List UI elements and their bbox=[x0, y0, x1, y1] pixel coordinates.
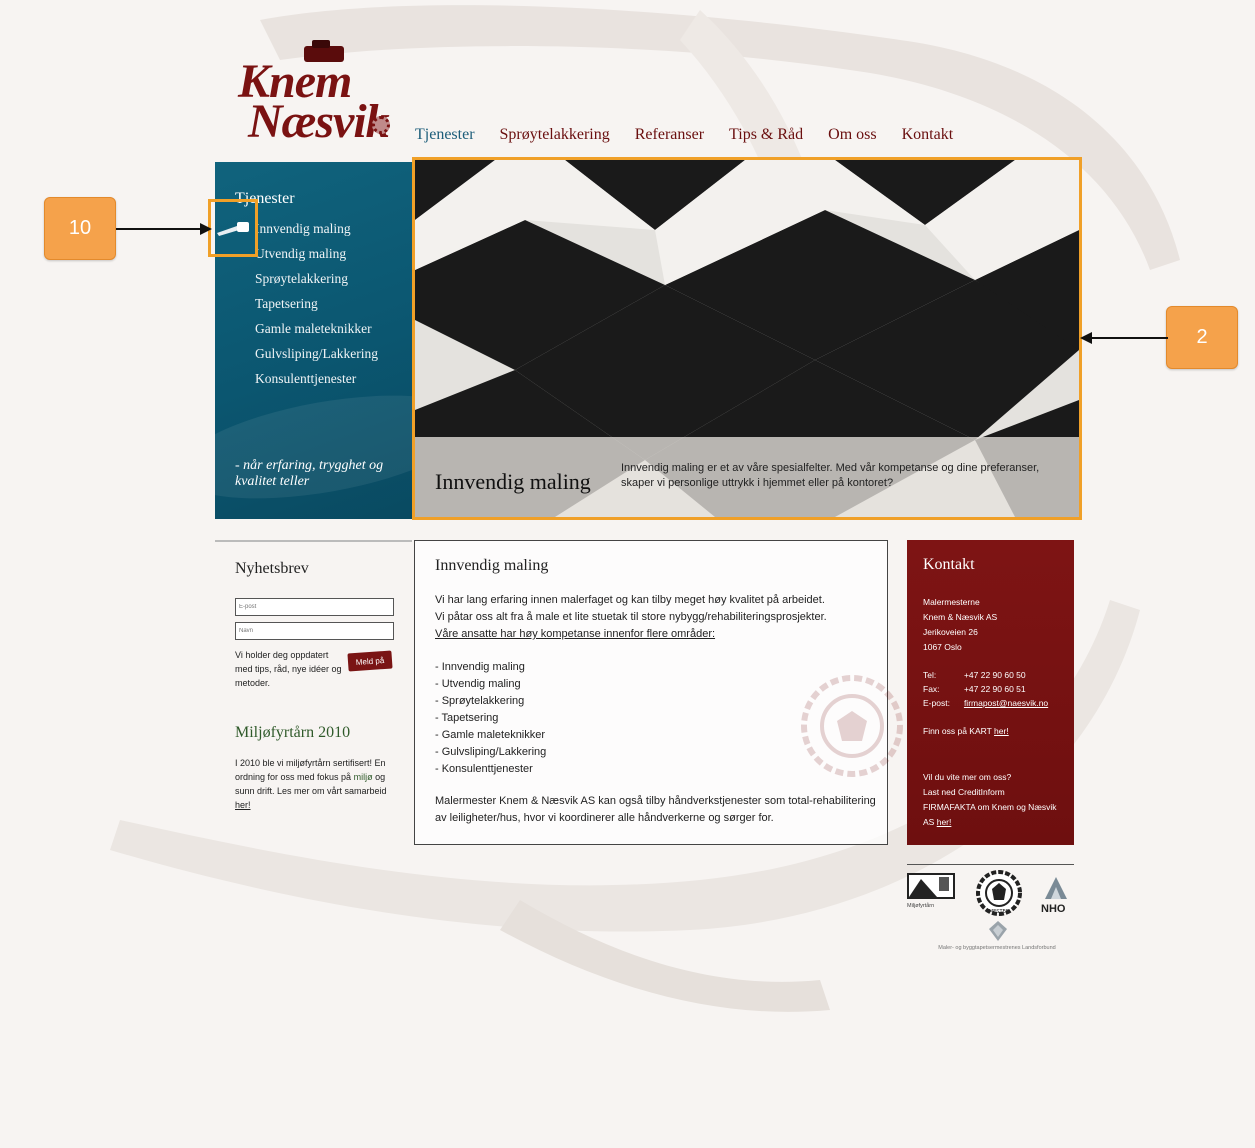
main-content: Innvendig maling Vi har lang erfaring in… bbox=[414, 540, 903, 845]
arrow-right-icon bbox=[116, 223, 212, 235]
hero-banner: Innvendig maling Innvendig maling er et … bbox=[412, 157, 1082, 520]
miljofyrtarn-label: Miljøfyrtårn bbox=[907, 903, 935, 909]
contact-title: Kontakt bbox=[923, 556, 975, 573]
fax-value: +47 22 90 60 51 bbox=[963, 684, 1026, 694]
miljo-link[interactable]: miljø bbox=[354, 772, 373, 782]
content-outro: Malermester Knem & Næsvik AS kan også ti… bbox=[435, 795, 876, 824]
callout-marker-left: 10 bbox=[44, 197, 116, 260]
postal-city: 1067 Oslo bbox=[923, 642, 962, 652]
partner-logos: Miljøfyrtårn MESTER NHO Maler- og byggta… bbox=[907, 864, 1074, 974]
contact-address: Malermesterne Knem & Næsvik AS Jerikovei… bbox=[923, 595, 997, 655]
company-logo[interactable]: Knem Næsvik bbox=[232, 40, 397, 152]
sidebar-swoosh bbox=[215, 376, 412, 518]
environment-here-link[interactable]: her! bbox=[235, 800, 251, 810]
street-address: Jerikoveien 26 bbox=[923, 627, 978, 637]
nav-kontakt[interactable]: Kontakt bbox=[902, 126, 954, 144]
sidebar-service-list: Innvendig maling Utvendig maling Sprøyte… bbox=[255, 216, 378, 391]
sidebar-item-utvendig-maling[interactable]: Utvendig maling bbox=[255, 241, 378, 266]
list-item: - Tapetsering bbox=[435, 712, 499, 724]
nho-label: NHO bbox=[1041, 903, 1066, 915]
content-title: Innvendig maling bbox=[435, 557, 549, 574]
environment-title: Miljøfyrtårn 2010 bbox=[235, 724, 351, 741]
company-name-2: Knem & Næsvik AS bbox=[923, 612, 998, 622]
email-link[interactable]: firmapost@naesvik.no bbox=[956, 696, 1054, 710]
newsletter-section: Nyhetsbrev Vi holder deg oppdatert med t… bbox=[215, 540, 412, 845]
map-label: Finn oss på KART bbox=[923, 726, 992, 736]
nav-om-oss[interactable]: Om oss bbox=[828, 126, 876, 144]
list-item: - Gulvsliping/Lakkering bbox=[435, 746, 547, 758]
sidebar-item-gulvsliping[interactable]: Gulvsliping/Lakkering bbox=[255, 341, 378, 366]
more-info-line-1: Vil du vite mer om oss? bbox=[923, 772, 1012, 782]
list-item: - Sprøytelakkering bbox=[435, 695, 525, 707]
hero-text: Innvendig maling er et av våre spesialfe… bbox=[621, 462, 1040, 489]
seal-icon bbox=[372, 116, 390, 134]
miljofyrtarn-logo-icon[interactable] bbox=[907, 873, 955, 907]
sidebar-item-konsulenttjenester[interactable]: Konsulenttjenester bbox=[255, 366, 378, 391]
newsletter-title: Nyhetsbrev bbox=[235, 560, 309, 577]
sidebar-item-sproytelakkering[interactable]: Sprøytelakkering bbox=[255, 266, 378, 291]
name-field[interactable] bbox=[235, 622, 394, 640]
landsforbund-logo-icon[interactable] bbox=[985, 919, 1011, 943]
list-item: - Utvendig maling bbox=[435, 678, 521, 690]
intro-line-1: Vi har lang erfaring innen malerfaget og… bbox=[435, 594, 825, 606]
intro-line-3: Våre ansatte har høy kompetanse innenfor… bbox=[435, 628, 716, 640]
top-navigation: Tjenester Sprøytelakkering Referanser Ti… bbox=[415, 126, 978, 144]
list-item: - Gamle maleteknikker bbox=[435, 729, 546, 741]
services-list: - Innvendig maling - Utvendig maling - S… bbox=[435, 659, 546, 778]
signup-button[interactable]: Meld på bbox=[347, 650, 393, 672]
email-field[interactable] bbox=[235, 598, 394, 616]
nho-logo-icon[interactable] bbox=[1041, 875, 1071, 901]
environment-text: I 2010 ble vi miljøfyrtårn sertifisert! … bbox=[235, 756, 400, 812]
nav-sproytelakkering[interactable]: Sprøytelakkering bbox=[500, 126, 610, 144]
tel-value: +47 22 90 60 50 bbox=[963, 670, 1026, 680]
landsforbund-label: Maler- og byggtapetsermestrenes Landsfor… bbox=[938, 945, 1056, 951]
newsletter-pitch: Vi holder deg oppdatert med tips, råd, n… bbox=[235, 650, 342, 688]
nav-tips-rad[interactable]: Tips & Råd bbox=[729, 126, 803, 144]
callout-highlight-box bbox=[208, 199, 258, 257]
contact-section: Kontakt Malermesterne Knem & Næsvik AS J… bbox=[907, 540, 1074, 845]
mester-logo-text: MESTER bbox=[989, 909, 1010, 915]
map-link[interactable]: her! bbox=[994, 726, 1009, 736]
sidebar-item-gamle-maleteknikker[interactable]: Gamle maleteknikker bbox=[255, 316, 378, 341]
contact-details: Tel: +47 22 90 60 50 Fax: +47 22 90 60 5… bbox=[923, 668, 1054, 710]
firmafakta-link[interactable]: her! bbox=[937, 817, 952, 827]
nav-referanser[interactable]: Referanser bbox=[635, 126, 704, 144]
intro-line-2: Vi påtar oss alt fra å male et lite stue… bbox=[435, 611, 827, 623]
arrow-left-icon bbox=[1080, 332, 1168, 344]
mester-stamp-icon bbox=[801, 675, 903, 777]
sidebar-item-innvendig-maling[interactable]: Innvendig maling bbox=[255, 216, 378, 241]
callout-marker-right: 2 bbox=[1166, 306, 1238, 369]
list-item: - Konsulenttjenester bbox=[435, 763, 533, 775]
mester-logo-icon[interactable]: MESTER bbox=[975, 869, 1023, 917]
list-item: - Innvendig maling bbox=[435, 661, 525, 673]
more-info: Vil du vite mer om oss? Last ned CreditI… bbox=[923, 770, 1058, 830]
sidebar-item-tapetsering[interactable]: Tapetsering bbox=[255, 291, 378, 316]
map-text: Finn oss på KART her! bbox=[923, 726, 1009, 736]
hero-caption-panel: Innvendig maling Innvendig maling er et … bbox=[415, 437, 1079, 517]
email-label: E-post: bbox=[923, 698, 950, 708]
slogan: - når erfaring, trygghet og kvalitet tel… bbox=[235, 458, 384, 489]
fax-label: Fax: bbox=[923, 684, 940, 694]
tel-label: Tel: bbox=[923, 670, 937, 680]
content-intro: Vi har lang erfaring innen malerfaget og… bbox=[435, 592, 875, 643]
nav-tjenester[interactable]: Tjenester bbox=[415, 126, 475, 144]
hero-title: Innvendig maling bbox=[435, 469, 591, 494]
company-name-1: Malermesterne bbox=[923, 597, 980, 607]
logo-line-2: Næsvik bbox=[248, 95, 390, 148]
